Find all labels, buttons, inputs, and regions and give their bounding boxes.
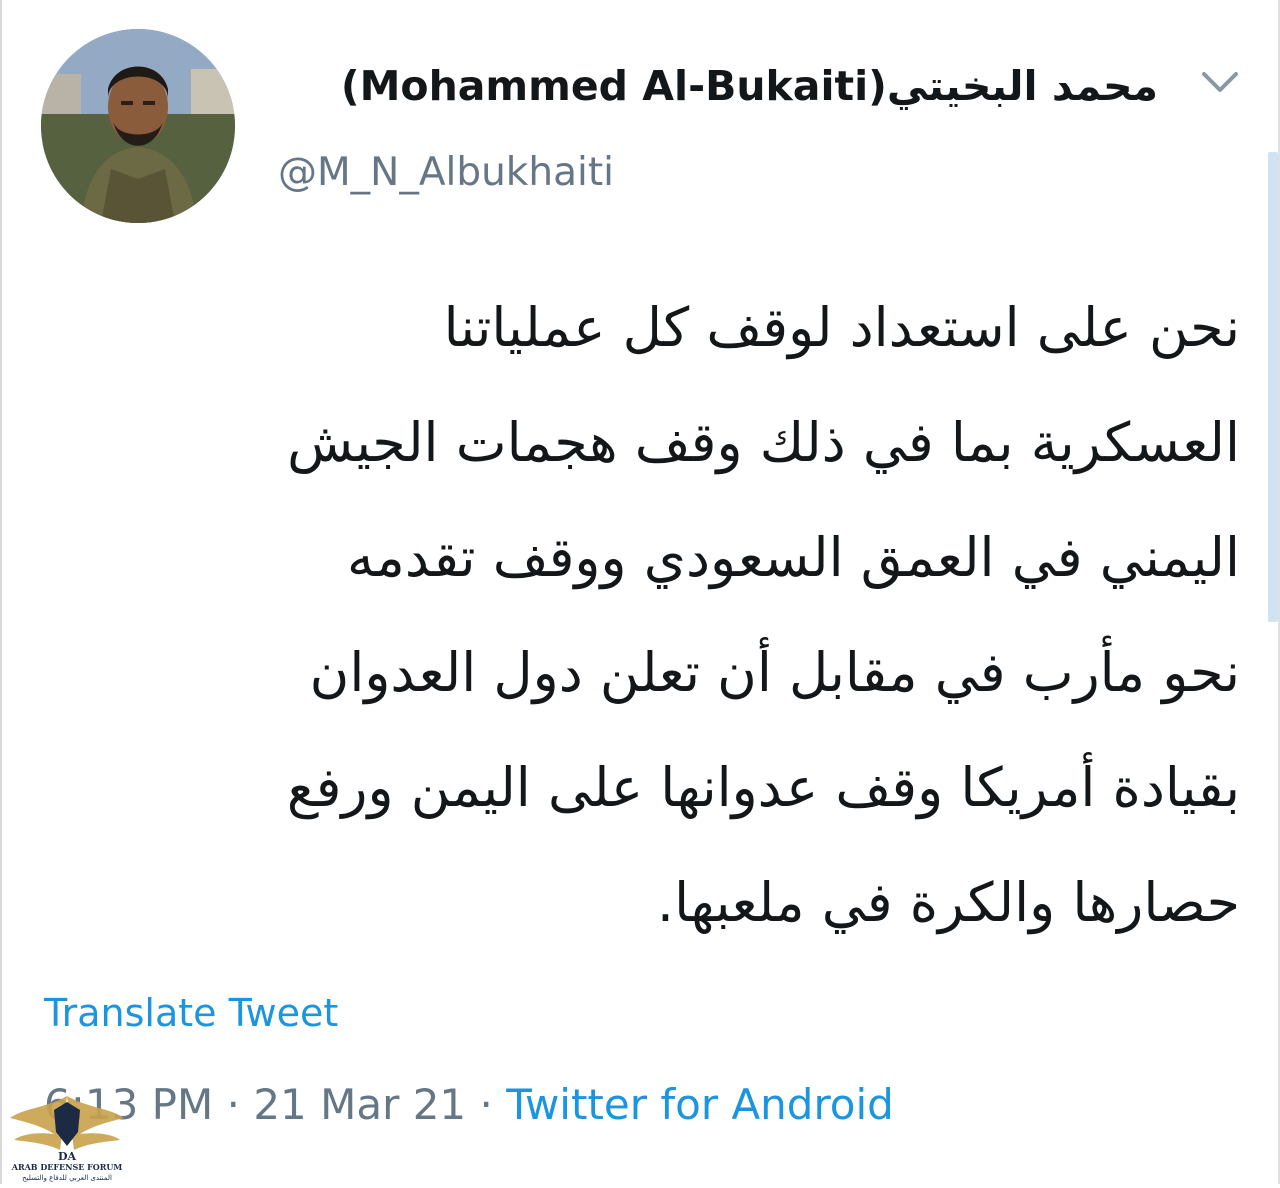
forum-watermark-logo: DA ARAB DEFENSE FORUM المنتدى العربي للد… — [6, 1088, 128, 1184]
tweet-line: بقيادة أمريكا وقف عدوانها على اليمن ورفع — [286, 756, 1240, 819]
tweet-line: حصارها والكرة في ملعبها. — [656, 871, 1240, 934]
watermark-subtitle: المنتدى العربي للدفاع والتسليح — [22, 1174, 112, 1182]
display-name-arabic: محمد البخيتي — [886, 62, 1158, 110]
tweet-line: اليمني في العمق السعودي ووقف تقدمه — [346, 526, 1240, 589]
chevron-down-icon[interactable] — [1198, 60, 1242, 104]
translate-tweet-link[interactable]: Translate Tweet — [44, 985, 338, 1041]
watermark-title: ARAB DEFENSE FORUM — [11, 1162, 123, 1172]
tweet-line: نحو مأرب في مقابل أن تعلن دول العدوان — [309, 641, 1240, 704]
tweet-text: نحن على استعداد لوقف كل عملياتنا العسكري… — [50, 270, 1240, 960]
tweet-line: نحن على استعداد لوقف كل عملياتنا — [443, 296, 1240, 359]
tweet-line: العسكرية بما في ذلك وقف هجمات الجيش — [287, 411, 1240, 474]
separator-dot: · — [226, 1080, 240, 1129]
left-border — [0, 0, 2, 1184]
tweet-date[interactable]: 21 Mar 21 — [253, 1080, 466, 1129]
user-handle[interactable]: @M_N_Albukhaiti — [278, 145, 614, 201]
tweet-metadata: 6:13 PM · 21 Mar 21 · Twitter for Androi… — [44, 1075, 894, 1135]
display-name[interactable]: محمد البخيتي(Mohammed Al-Bukaiti) — [278, 56, 1158, 116]
tweet-source-link[interactable]: Twitter for Android — [506, 1080, 894, 1129]
separator-dot: · — [479, 1080, 493, 1129]
scrollbar[interactable] — [1268, 152, 1278, 622]
display-name-latin: (Mohammed Al-Bukaiti) — [340, 62, 887, 110]
profile-avatar[interactable] — [41, 29, 235, 223]
